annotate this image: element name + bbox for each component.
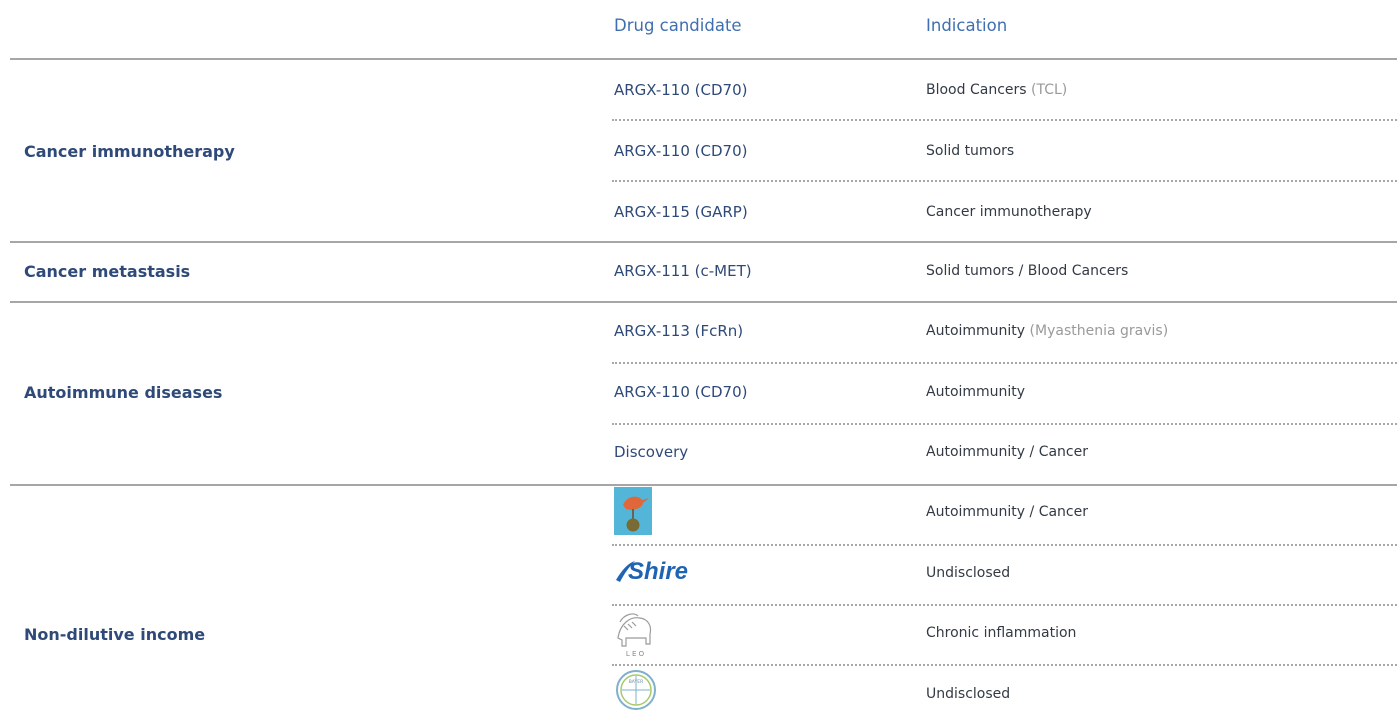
- indication: Chronic inflammation: [926, 625, 1077, 641]
- row-divider: [612, 423, 1397, 425]
- drug-candidate: ARGX-113 (FcRn): [614, 322, 744, 340]
- indication-text: Autoimmunity: [926, 323, 1026, 339]
- indication: Autoimmunity / Cancer: [926, 444, 1088, 460]
- category-non-dilutive-income: Non-dilutive income: [24, 625, 206, 644]
- indication: Undisclosed: [926, 565, 1011, 581]
- indication-note: (Myasthenia gravis): [1029, 323, 1169, 339]
- bayer-logo: BAYER: [614, 668, 658, 716]
- indication: Solid tumors / Blood Cancers: [926, 263, 1129, 279]
- row-divider: [612, 544, 1397, 546]
- group-divider: [10, 301, 1397, 303]
- drug-candidate: ARGX-115 (GARP): [614, 203, 748, 221]
- indication: Blood Cancers (TCL): [926, 82, 1067, 98]
- header-divider: [10, 58, 1397, 60]
- indication: Solid tumors: [926, 143, 1015, 159]
- row-divider: [612, 604, 1397, 606]
- indication-text: Blood Cancers: [926, 82, 1027, 98]
- category-cancer-immunotherapy: Cancer immunotherapy: [24, 142, 235, 161]
- lion-logo: L E O: [614, 608, 656, 664]
- lion-logo-text: L E O: [626, 650, 645, 658]
- drug-candidate: ARGX-110 (CD70): [614, 383, 748, 401]
- category-cancer-metastasis: Cancer metastasis: [24, 262, 191, 281]
- row-divider: [612, 362, 1397, 364]
- indication: Cancer immunotherapy: [926, 204, 1092, 220]
- indication: Undisclosed: [926, 686, 1011, 702]
- shire-logo-text: Shire: [628, 558, 688, 585]
- drug-candidate: ARGX-110 (CD70): [614, 142, 748, 160]
- row-divider: [612, 180, 1397, 182]
- indication: Autoimmunity: [926, 384, 1026, 400]
- row-divider: [612, 664, 1397, 666]
- indication: Autoimmunity / Cancer: [926, 504, 1088, 520]
- row-divider: [612, 119, 1397, 121]
- group-divider: [10, 484, 1397, 486]
- shire-logo: Shire: [614, 556, 690, 590]
- category-autoimmune-diseases: Autoimmune diseases: [24, 383, 223, 402]
- drug-candidate: ARGX-111 (c-MET): [614, 262, 752, 280]
- group-divider: [10, 241, 1397, 243]
- column-header-indication: Indication: [926, 16, 1008, 35]
- indication: Autoimmunity (Myasthenia gravis): [926, 323, 1168, 339]
- indication-note: (TCL): [1031, 82, 1068, 98]
- pipeline-table: Drug candidate Indication Cancer immunot…: [0, 0, 1397, 716]
- bird-logo: [614, 487, 652, 539]
- drug-candidate: Discovery: [614, 443, 689, 461]
- column-header-drug-candidate: Drug candidate: [614, 16, 742, 35]
- drug-candidate: ARGX-110 (CD70): [614, 81, 748, 99]
